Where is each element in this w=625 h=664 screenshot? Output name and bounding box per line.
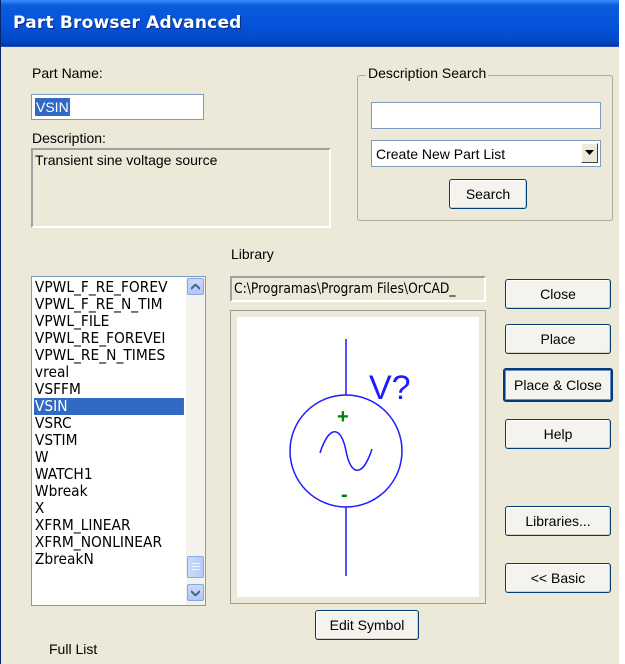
library-path-text: C:\Programas\Program Files\OrCAD_ <box>234 281 456 297</box>
part-name-label: Part Name: <box>32 65 103 81</box>
parts-listbox[interactable]: VPWL_F_RE_FOREV VPWL_F_RE_N_TIM VPWL_FILE V… <box>31 276 206 606</box>
edit-symbol-button[interactable]: Edit Symbol <box>315 610 419 640</box>
list-item[interactable]: XFRM_LINEAR <box>34 517 170 534</box>
window-title: Part Browser Advanced <box>13 13 242 33</box>
list-item[interactable]: WATCH1 <box>34 466 170 483</box>
scroll-thumb[interactable] <box>187 556 204 578</box>
title-bar[interactable]: Part Browser Advanced <box>1 0 619 47</box>
voltage-source-symbol: V? + - <box>289 339 411 576</box>
minus-pin-mark: - <box>341 484 348 506</box>
chevron-down-icon[interactable] <box>581 143 598 163</box>
place-and-close-button[interactable]: Place & Close <box>503 368 613 402</box>
list-item[interactable]: X <box>34 500 170 517</box>
list-item[interactable]: VPWL_F_RE_FOREV <box>34 279 170 296</box>
basic-button[interactable]: << Basic <box>505 563 611 593</box>
dropdown-selected-value: Create New Part List <box>376 146 506 162</box>
parts-list-items: VPWL_F_RE_FOREV VPWL_F_RE_N_TIM VPWL_FILE V… <box>34 279 184 568</box>
list-item[interactable]: Wbreak <box>34 483 170 500</box>
list-item[interactable]: ZbreakN <box>34 551 170 568</box>
list-item[interactable]: VSTIM <box>34 432 170 449</box>
scroll-down-icon[interactable] <box>187 584 204 601</box>
description-box: Transient sine voltage source <box>31 148 331 228</box>
description-search-input[interactable] <box>371 102 601 129</box>
part-browser-window: Part Browser Advanced Part Name: VSIN De… <box>0 0 619 664</box>
search-button[interactable]: Search <box>449 179 527 209</box>
part-list-dropdown[interactable]: Create New Part List <box>371 140 601 167</box>
ref-designator: V? <box>369 369 411 407</box>
part-name-input[interactable]: VSIN <box>31 94 204 120</box>
library-path: C:\Programas\Program Files\OrCAD_ <box>230 276 486 302</box>
symbol-preview: V? + - <box>237 317 479 597</box>
parts-list-scrollbar[interactable] <box>186 277 205 605</box>
place-button[interactable]: Place <box>505 324 611 354</box>
libraries-button[interactable]: Libraries... <box>505 506 611 536</box>
list-item[interactable]: VPWL_RE_FOREVEI <box>34 330 170 347</box>
list-item[interactable]: VSIN <box>34 398 184 415</box>
list-item[interactable]: vreal <box>34 364 170 381</box>
help-button[interactable]: Help <box>505 419 611 449</box>
part-name-value: VSIN <box>35 98 70 116</box>
list-item[interactable]: VSRC <box>34 415 170 432</box>
library-label: Library <box>231 246 274 262</box>
plus-pin-mark: + <box>337 406 349 428</box>
description-text: Transient sine voltage source <box>35 152 218 168</box>
close-button[interactable]: Close <box>505 279 611 309</box>
list-item[interactable]: VPWL_FILE <box>34 313 170 330</box>
list-item[interactable]: VPWL_RE_N_TIMES <box>34 347 170 364</box>
description-search-label: Description Search <box>366 65 489 81</box>
list-item[interactable]: W <box>34 449 170 466</box>
list-item[interactable]: VPWL_F_RE_N_TIM <box>34 296 170 313</box>
list-item[interactable]: XFRM_NONLINEAR <box>34 534 170 551</box>
full-list-label: Full List <box>49 641 98 657</box>
description-label: Description: <box>32 130 106 146</box>
scroll-up-icon[interactable] <box>187 278 204 295</box>
list-item[interactable]: VSFFM <box>34 381 170 398</box>
